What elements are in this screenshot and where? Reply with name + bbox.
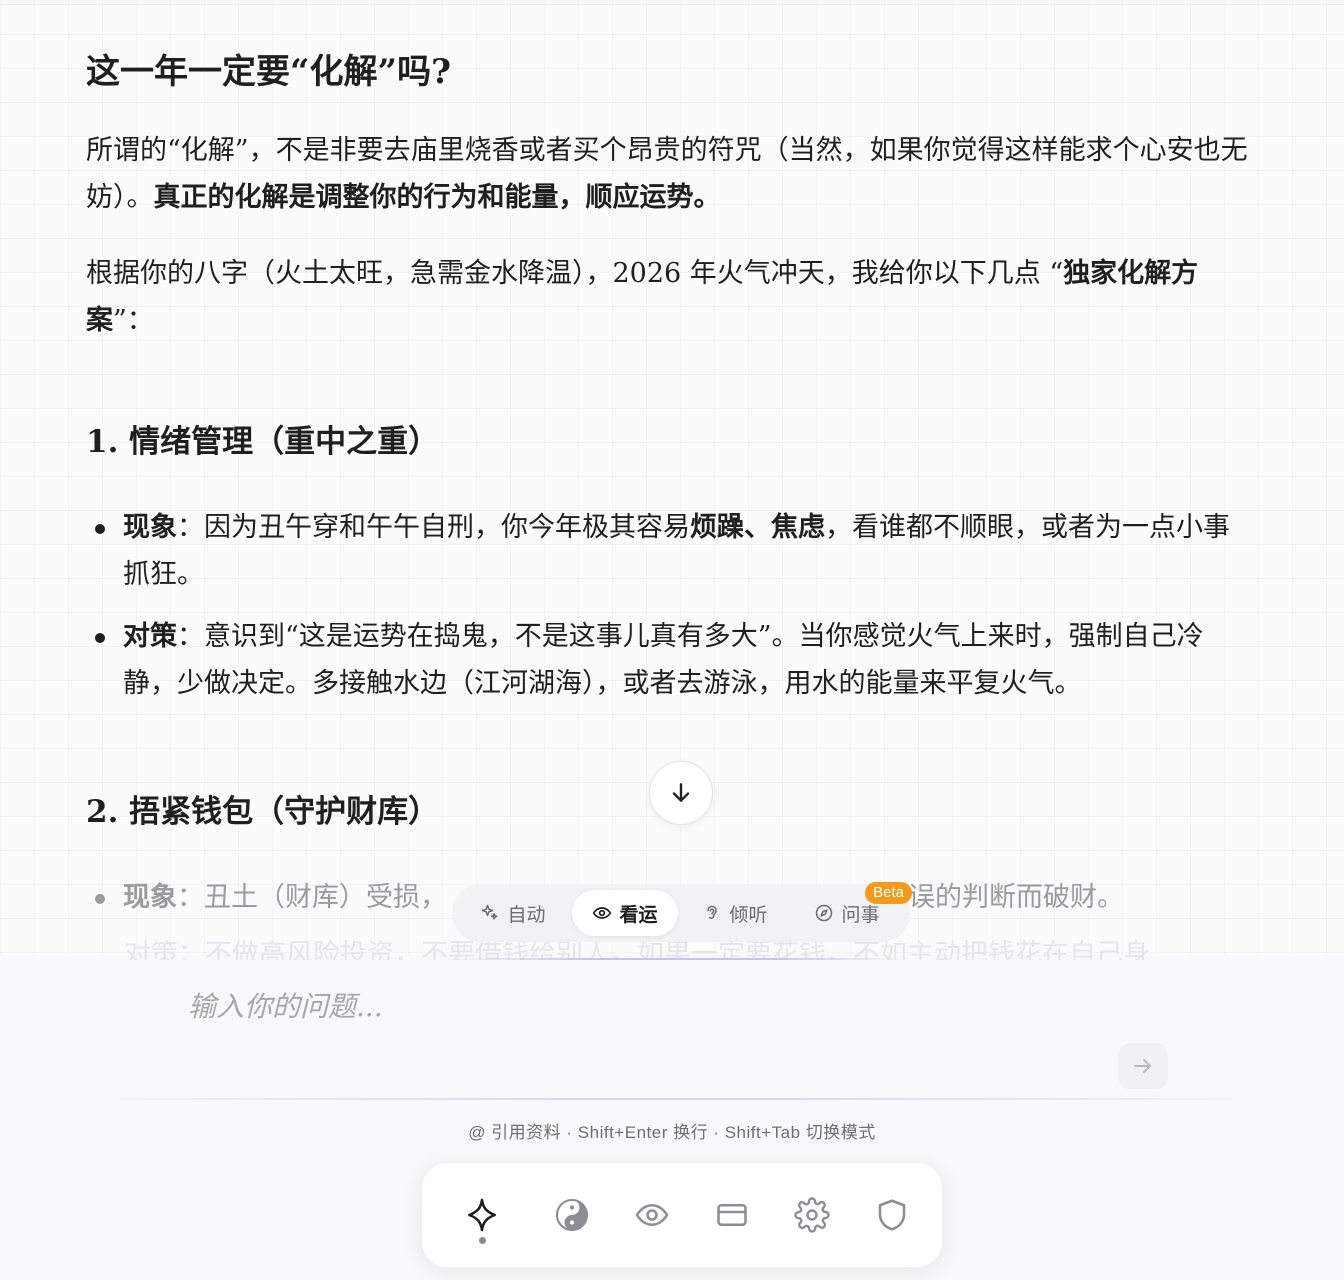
bullet-text: ：因为丑午穿和午午自刑，你今年极其容易	[177, 512, 690, 543]
mode-label: 看运	[619, 904, 658, 926]
bullet-text-right: 误的判断而破财。	[908, 882, 1124, 913]
paragraph-plan: 根据你的八字（火土太旺，急需金水降温），2026 年火气冲天，我给你以下几点 “…	[86, 250, 1251, 344]
intro-emphasis: 真正的化解是调整你的行为和能量，顺应运势。	[153, 182, 721, 213]
sparkle-icon	[468, 1198, 496, 1232]
arrow-down-icon	[672, 783, 690, 802]
mode-switcher: 自动 看运 倾听 问事 Beta	[452, 882, 912, 942]
bullet-dot	[95, 894, 105, 904]
bullet-text: ：意识到“这是运势在捣鬼，不是这事儿真有多大”。当你感觉火气上来时，强制自己冷静…	[123, 621, 1204, 699]
dock-settings[interactable]	[790, 1193, 834, 1237]
paragraph-intro: 所谓的“化解”，不是非要去庙里烧香或者买个昂贵的符咒（当然，如果你觉得这样能求个…	[86, 127, 1251, 221]
bullet-label: 现象	[123, 882, 177, 913]
top-divider	[0, 4, 1344, 5]
mode-label: 自动	[507, 904, 546, 926]
input-glow-line	[450, 958, 908, 960]
scroll-down-button[interactable]	[649, 761, 713, 825]
mode-ask[interactable]: 问事 Beta	[792, 882, 912, 936]
yin-yang-icon	[555, 1198, 589, 1232]
eye-icon	[593, 907, 612, 919]
mode-label: 倾听	[729, 904, 768, 926]
bullet-dot	[95, 633, 105, 643]
bullet-label: 对策	[123, 621, 177, 652]
compass-icon	[816, 904, 833, 922]
input-bottom-glow	[120, 1098, 1232, 1100]
bullet-label: 现象	[123, 512, 177, 543]
arrow-right-icon	[1134, 1059, 1151, 1073]
active-indicator	[479, 1237, 486, 1244]
card-icon	[717, 1203, 747, 1227]
ear-icon	[707, 905, 718, 919]
shield-icon	[878, 1199, 906, 1231]
mode-fortune[interactable]: 看运	[572, 890, 678, 936]
eye-icon	[635, 1203, 669, 1227]
dock-privacy[interactable]	[870, 1193, 914, 1237]
keyboard-hint: @ 引用资料 · Shift+Enter 换行 · Shift+Tab 切换模式	[468, 1123, 876, 1142]
dock-ai[interactable]	[460, 1193, 504, 1237]
gear-icon	[794, 1197, 830, 1233]
plan-text-end: ”：	[113, 305, 154, 336]
mode-auto[interactable]: 自动	[458, 890, 568, 936]
bottom-dock	[421, 1162, 943, 1268]
section-heading-wallet: 2. 捂紧钱包（守护财库）	[86, 794, 440, 830]
section-heading-emotion: 1. 情绪管理（重中之重）	[86, 424, 440, 460]
bullet-dot	[95, 524, 105, 534]
sparkle-icon	[482, 904, 498, 920]
dock-bazi[interactable]	[550, 1193, 594, 1237]
dock-card[interactable]	[710, 1193, 754, 1237]
plan-text: 根据你的八字（火土太旺，急需金水降温），2026 年火气冲天，我给你以下几点 “	[86, 258, 1064, 289]
mode-listen[interactable]: 倾听	[682, 890, 788, 936]
bullet-emphasis: 烦躁、焦虑	[690, 512, 825, 543]
dock-fortune[interactable]	[630, 1193, 674, 1237]
list-item: 对策：意识到“这是运势在捣鬼，不是这事儿真有多大”。当你感觉火气上来时，强制自己…	[86, 613, 1246, 707]
chat-input[interactable]: 输入你的问题...	[188, 985, 383, 1025]
bullet-text: ：丑土（财库）受损，	[177, 882, 447, 913]
beta-badge: Beta	[865, 882, 912, 904]
list-item: 现象：因为丑午穿和午午自刑，你今年极其容易烦躁、焦虑，看谁都不顺眼，或者为一点小…	[86, 504, 1246, 598]
article-title: 这一年一定要“化解”吗?	[86, 52, 452, 92]
send-button[interactable]	[1118, 1043, 1168, 1089]
